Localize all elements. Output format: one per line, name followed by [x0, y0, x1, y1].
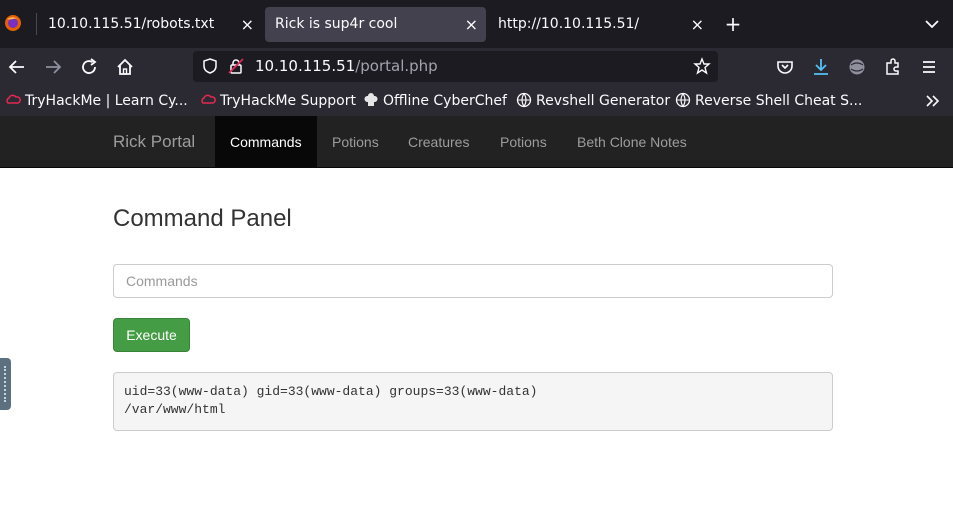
nav-creatures[interactable]: Creatures — [393, 116, 484, 168]
tryhackme-icon — [201, 94, 216, 104]
url-path: /portal.php — [355, 57, 438, 75]
nav-potions-2[interactable]: Potions — [485, 116, 562, 168]
address-bar[interactable]: 10.10.115.51/portal.php — [193, 51, 718, 82]
tab-rick-portal[interactable]: Rick is sup4r cool × — [265, 7, 486, 42]
shield-icon[interactable] — [201, 57, 219, 75]
bookmark-reverse-shell-cheat[interactable]: Reverse Shell Cheat S... — [675, 86, 862, 116]
forward-arrow-icon[interactable] — [42, 56, 64, 78]
globe-icon — [516, 92, 532, 108]
execute-button[interactable]: Execute — [113, 318, 190, 352]
url-text[interactable]: 10.10.115.51/portal.php — [255, 51, 438, 82]
page-title: Command Panel — [113, 205, 292, 232]
chevron-down-icon[interactable] — [922, 14, 942, 34]
new-tab-button[interactable]: + — [722, 12, 744, 36]
hamburger-menu-icon[interactable] — [918, 56, 940, 78]
tab-close-icon[interactable]: × — [691, 7, 704, 42]
chef-hat-icon — [364, 93, 378, 106]
commands-input[interactable] — [113, 264, 833, 298]
nav-beth-clone-notes[interactable]: Beth Clone Notes — [562, 116, 702, 168]
nav-potions[interactable]: Potions — [317, 116, 394, 168]
tab-close-icon[interactable]: × — [241, 7, 254, 42]
tab-homepage[interactable]: http://10.10.115.51/ × — [488, 7, 712, 42]
bookmarks-bar: TryHackMe | Learn Cy... TryHackMe Suppor… — [0, 86, 953, 116]
bookmark-revshell-generator[interactable]: Revshell Generator — [516, 86, 670, 116]
browser-toolbar: 10.10.115.51/portal.php — [0, 48, 953, 86]
url-host: 10.10.115.51 — [255, 57, 356, 75]
bookmark-star-icon[interactable] — [693, 57, 711, 75]
bookmark-label: TryHackMe Support — [220, 93, 356, 109]
extensions-puzzle-icon[interactable] — [882, 56, 904, 78]
tab-title: http://10.10.115.51/ — [498, 16, 640, 32]
side-drawer-handle[interactable] — [0, 358, 11, 410]
download-icon[interactable] — [810, 56, 832, 78]
tab-separator — [36, 13, 37, 35]
insecure-lock-icon[interactable] — [227, 57, 245, 75]
browser-tab-bar: 10.10.115.51/robots.txt × Rick is sup4r … — [0, 0, 953, 48]
tab-robots[interactable]: 10.10.115.51/robots.txt × — [38, 7, 262, 42]
site-navbar: Rick Portal Commands Potions Creatures P… — [0, 116, 953, 168]
bookmark-tryhackme-support[interactable]: TryHackMe Support — [200, 86, 356, 116]
extension-globe-icon[interactable] — [846, 56, 868, 78]
firefox-icon[interactable] — [4, 14, 22, 32]
pocket-icon[interactable] — [774, 56, 796, 78]
tab-close-icon[interactable]: × — [465, 7, 478, 42]
chevron-double-right-icon[interactable] — [924, 93, 942, 109]
bookmark-tryhackme[interactable]: TryHackMe | Learn Cy... — [5, 86, 188, 116]
tryhackme-icon — [6, 94, 21, 104]
globe-icon — [675, 92, 691, 108]
bookmark-cyberchef[interactable]: Offline CyberChef — [363, 86, 507, 116]
tab-title: 10.10.115.51/robots.txt — [48, 16, 215, 32]
bookmark-label: Offline CyberChef — [383, 93, 507, 109]
grip-dots-icon — [4, 366, 7, 402]
bookmark-label: Revshell Generator — [536, 93, 671, 109]
back-arrow-icon[interactable] — [6, 56, 28, 78]
home-icon[interactable] — [114, 56, 136, 78]
command-output: uid=33(www-data) gid=33(www-data) groups… — [113, 372, 833, 431]
tab-title: Rick is sup4r cool — [275, 16, 398, 32]
bookmark-label: Reverse Shell Cheat S... — [695, 93, 863, 109]
bookmark-label: TryHackMe | Learn Cy... — [25, 93, 188, 109]
site-brand[interactable]: Rick Portal — [113, 116, 195, 168]
nav-commands[interactable]: Commands — [215, 116, 317, 168]
reload-icon[interactable] — [78, 56, 100, 78]
